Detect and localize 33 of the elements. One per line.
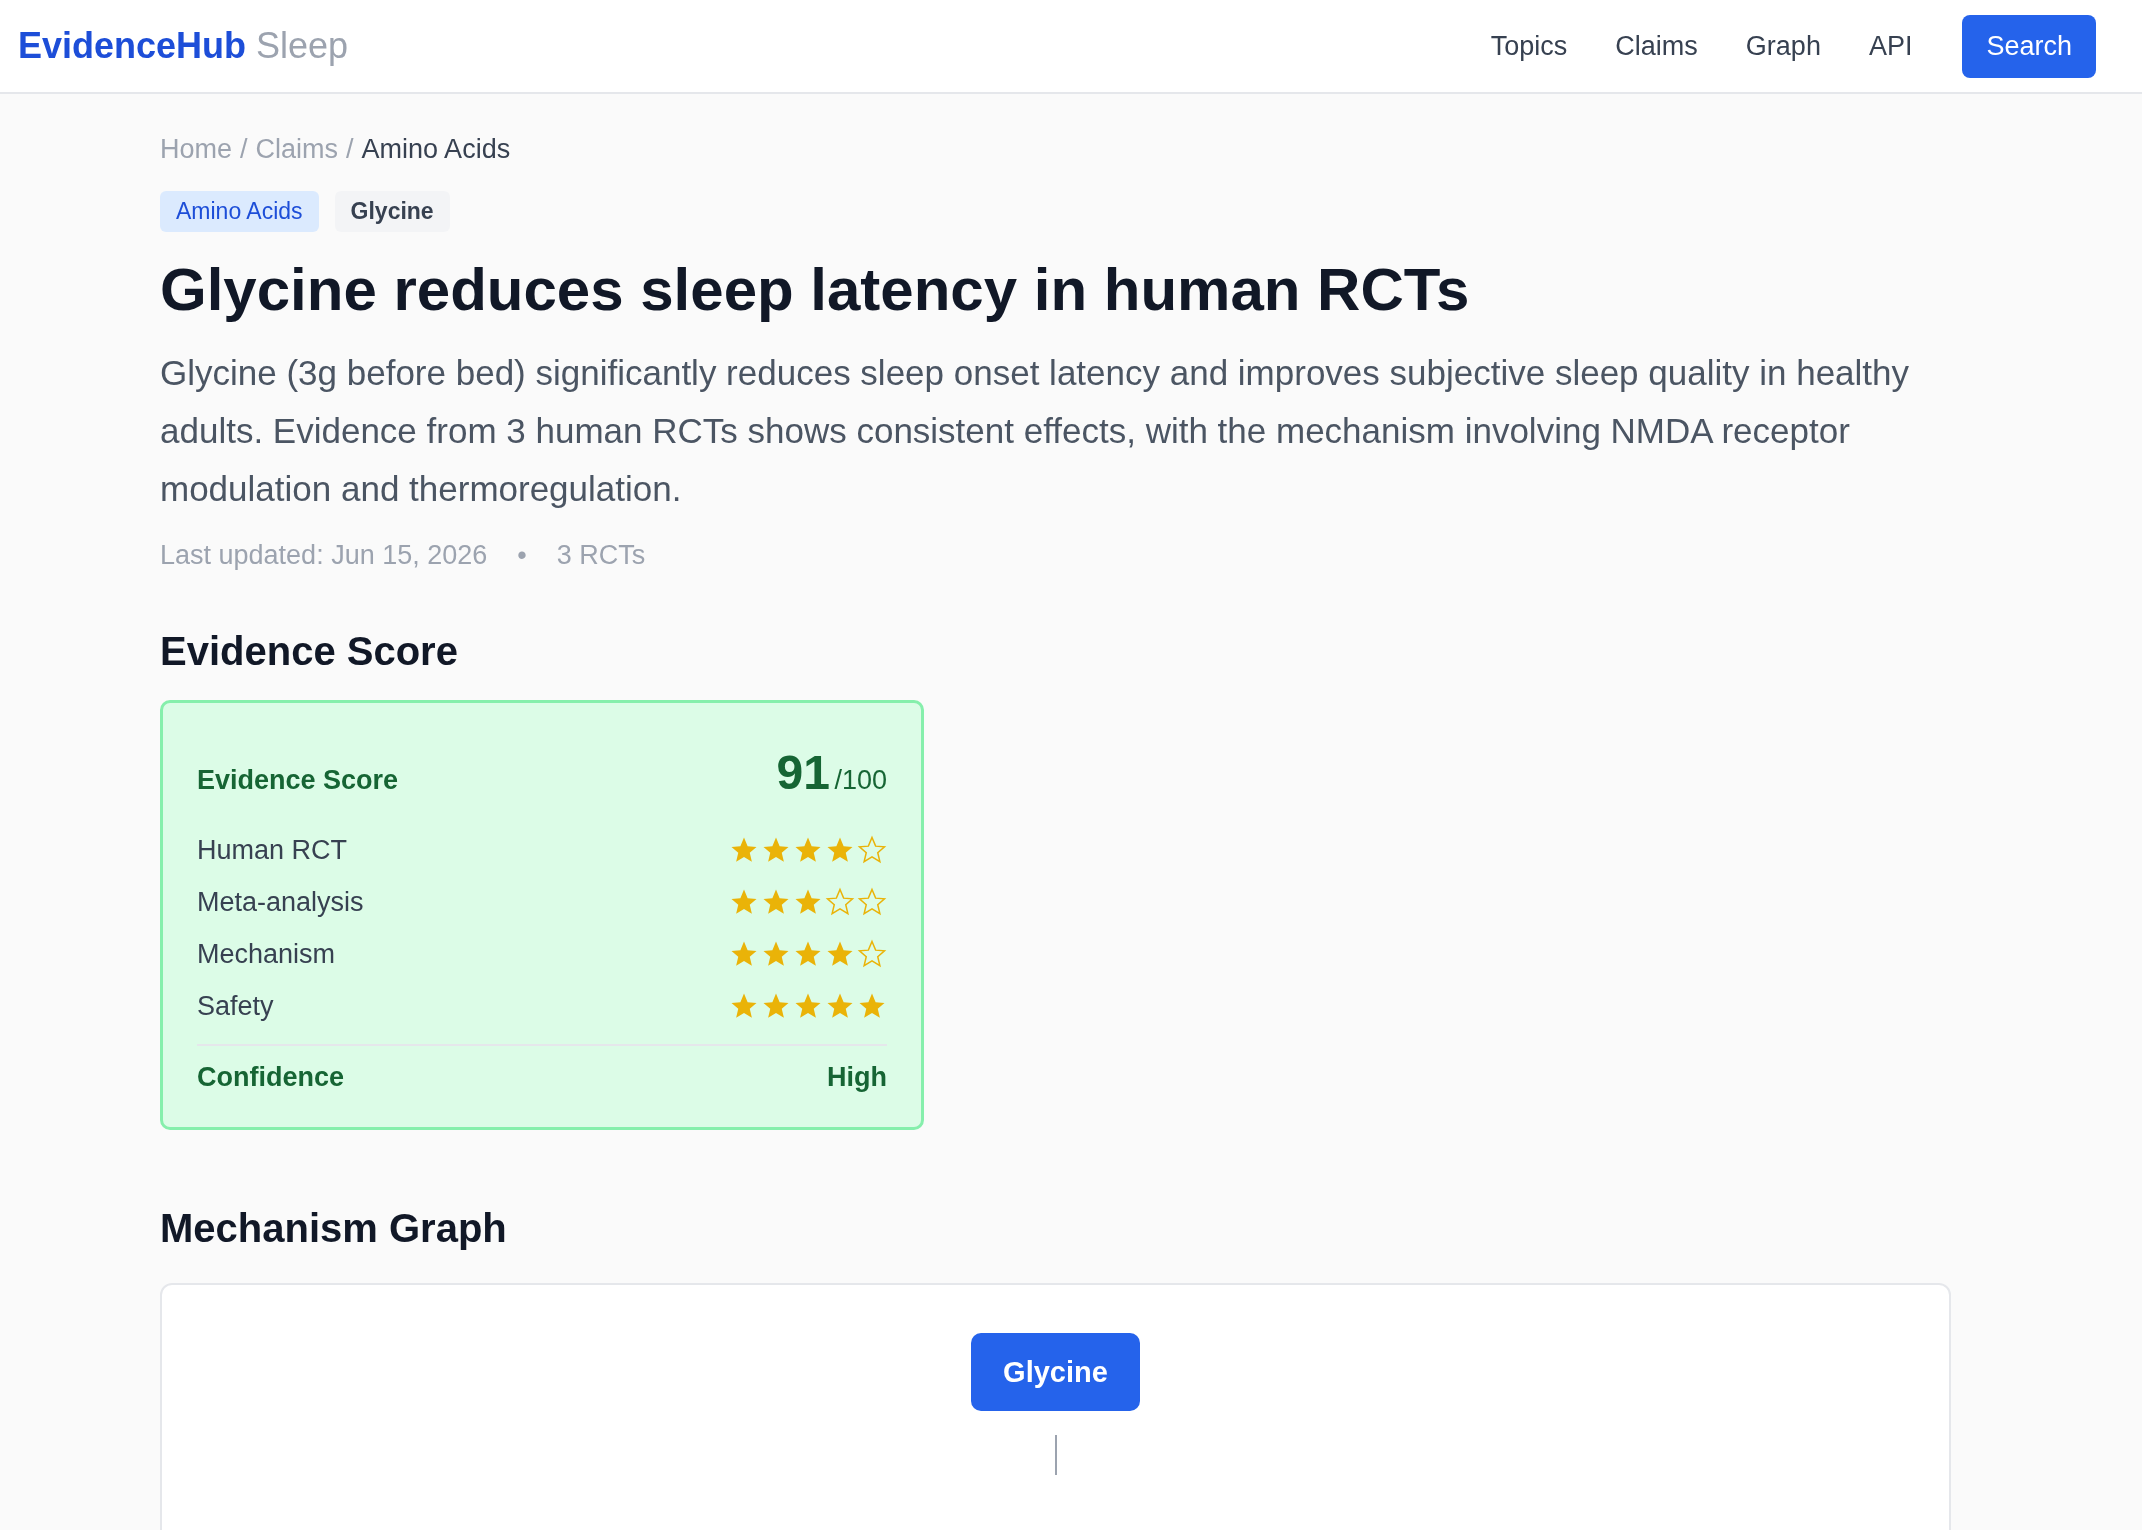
criterion-label: Human RCT — [197, 834, 348, 866]
product-name: Sleep — [256, 25, 349, 67]
tag[interactable]: Amino Acids — [160, 191, 319, 232]
confidence-value: High — [827, 1062, 887, 1093]
criterion-label: Meta-analysis — [197, 886, 364, 918]
score-max: /100 — [834, 765, 887, 795]
nav-link[interactable]: Claims — [1615, 30, 1698, 62]
claim-title: Glycine reduces sleep latency in human RCTs — [160, 255, 1471, 325]
confidence-label: Confidence — [197, 1062, 344, 1093]
nav-link[interactable]: API — [1868, 30, 1913, 62]
search-button[interactable]: Search — [1962, 14, 2096, 78]
section-heading: Evidence Score — [160, 629, 459, 674]
graph-node[interactable]: Glycine — [971, 1333, 1140, 1411]
empty-star-icon — [857, 835, 887, 865]
bullet-separator: • — [517, 540, 527, 571]
brand-name[interactable]: EvidenceHub — [18, 25, 247, 67]
criterion-label: Mechanism — [197, 938, 336, 970]
tag[interactable]: Glycine — [334, 191, 450, 232]
empty-star-icon — [857, 939, 887, 969]
study-count: 3 RCTs — [556, 540, 646, 571]
criterion-label: Safety — [197, 990, 274, 1022]
section-heading: Mechanism Graph — [160, 1206, 508, 1251]
breadcrumb-separator: / — [240, 134, 248, 165]
score-value: 91 — [776, 746, 830, 799]
breadcrumb-separator: / — [346, 134, 354, 165]
nav-link[interactable]: Topics — [1490, 30, 1568, 62]
empty-star-icon — [857, 887, 887, 917]
empty-star-icon — [825, 887, 855, 917]
nav-link[interactable]: Graph — [1745, 30, 1821, 62]
claim-description: Glycine (3g before bed) significantly reduces sleep onset latency and improves subjective sleep quality in healthy adults. Evidence from 3 human RCTs shows consistent effects, with the mechanism involving NMDA receptor modulation and thermoregulation. — [160, 352, 1911, 510]
connector-line — [1054, 1435, 1057, 1475]
score-label: Evidence Score — [197, 765, 399, 796]
last-updated: Last updated: Jun 15, 2026 — [160, 540, 488, 571]
